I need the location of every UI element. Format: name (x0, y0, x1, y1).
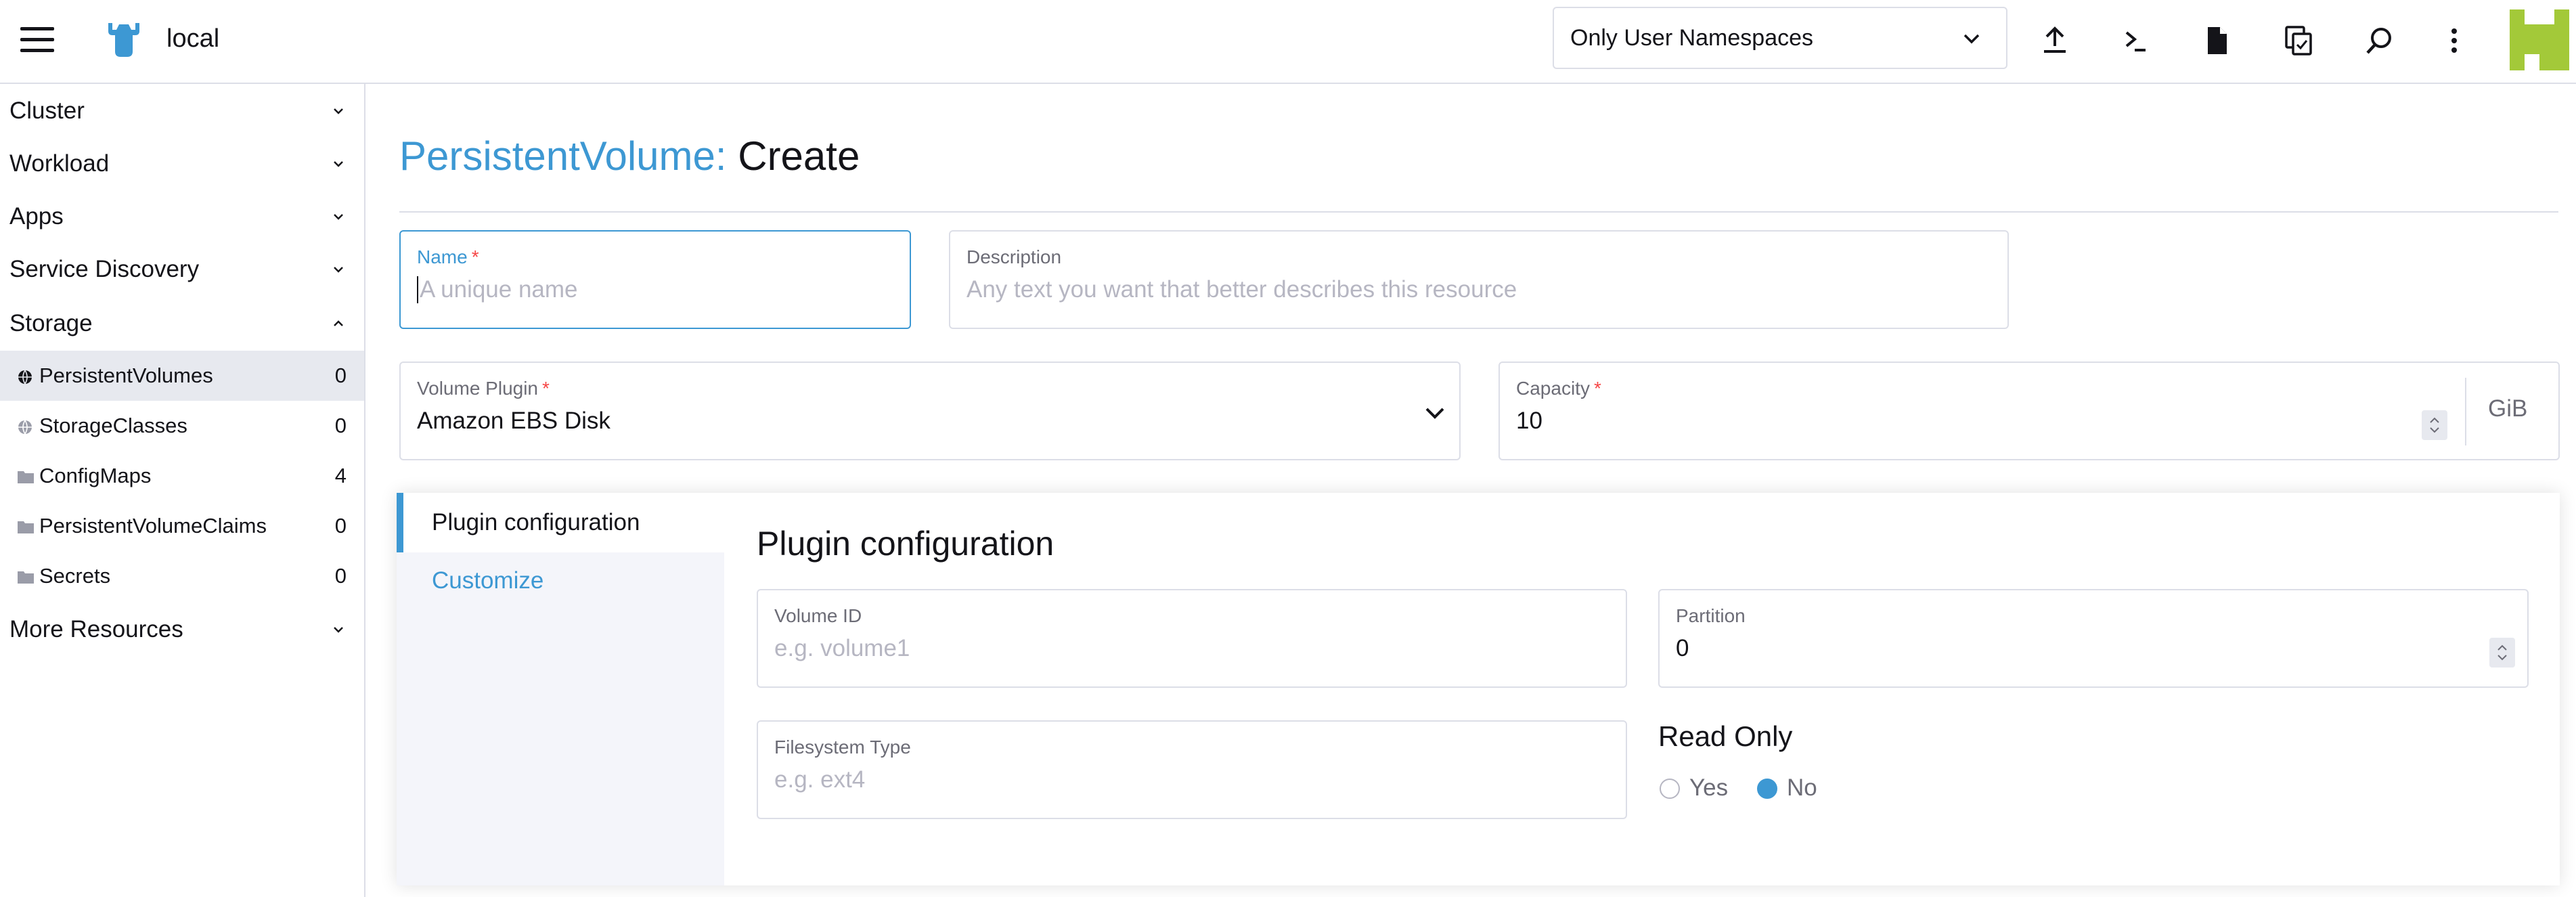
page-title-type: PersistentVolume: (399, 133, 727, 179)
chevron-down-icon (334, 161, 343, 167)
filesystem-type-placeholder: e.g. ext4 (774, 766, 866, 793)
partition-value: 0 (1676, 635, 1689, 661)
nav-group-more-resources[interactable]: More Resources (0, 605, 364, 654)
tab-list: Plugin configuration Customize (397, 493, 724, 885)
volume-plugin-label: Volume Plugin * (417, 378, 550, 399)
volume-id-placeholder: e.g. volume1 (774, 635, 910, 661)
plugin-tabbed-panel: Plugin configuration Customize Plugin co… (397, 493, 2560, 885)
name-field[interactable]: Name * A unique name (399, 230, 911, 329)
page-title-action: Create (738, 133, 860, 179)
capacity-value: 10 (1516, 408, 1542, 434)
nav-group-label: Apps (9, 203, 64, 229)
stepper-arrows-icon (2430, 417, 2439, 433)
search-icon[interactable] (2363, 24, 2396, 57)
description-field[interactable]: Description Any text you want that bette… (949, 230, 2009, 329)
nav-group-cluster[interactable]: Cluster (0, 87, 364, 135)
sidebar-item-label: StorageClasses (39, 414, 187, 437)
description-placeholder: Any text you want that better describes … (967, 276, 1517, 303)
nav-group-workload[interactable]: Workload (0, 139, 364, 188)
read-only-yes-option[interactable]: Yes (1658, 772, 1733, 802)
radio-unchecked-icon (1660, 779, 1680, 799)
partition-stepper[interactable] (2489, 638, 2515, 668)
menu-icon[interactable] (20, 27, 55, 54)
nav-group-label: Storage (9, 310, 93, 336)
tab-plugin-configuration[interactable]: Plugin configuration (397, 493, 724, 552)
nav-group-label: Service Discovery (9, 256, 200, 282)
chevron-down-icon (334, 108, 343, 114)
sidebar-item-label: PersistentVolumes (39, 364, 213, 387)
nav-group-storage[interactable]: Storage (0, 299, 364, 348)
nav-group-service-discovery[interactable]: Service Discovery (0, 245, 364, 294)
cluster-logo (108, 23, 139, 57)
filesystem-type-field[interactable]: Filesystem Type e.g. ext4 (757, 720, 1627, 819)
sidebar-item-configmaps[interactable]: ConfigMaps 4 (0, 451, 364, 501)
name-label: Name * (417, 246, 479, 267)
sidebar-item-storageclasses[interactable]: StorageClasses 0 (0, 401, 364, 451)
title-divider (399, 211, 2558, 213)
globe-icon (18, 370, 32, 385)
volume-plugin-value: Amazon EBS Disk (417, 408, 610, 434)
sidebar-item-label: Secrets (39, 564, 111, 588)
folder-icon (18, 571, 34, 584)
cluster-name[interactable]: local (166, 24, 219, 53)
partition-field[interactable]: Partition 0 (1658, 589, 2529, 688)
more-vertical-icon[interactable] (2438, 24, 2470, 57)
nav-group-label: More Resources (9, 616, 183, 642)
chevron-up-icon (334, 320, 343, 326)
sidebar-item-persistentvolumeclaims[interactable]: PersistentVolumeClaims 0 (0, 501, 364, 551)
chevron-down-icon (334, 267, 343, 273)
item-count: 0 (334, 564, 347, 588)
capacity-unit: GiB (2488, 395, 2528, 422)
namespace-filter-value: Only User Namespaces (1570, 25, 1814, 51)
stepper-arrows-icon (2497, 644, 2507, 661)
item-count: 0 (334, 514, 347, 538)
page-title: PersistentVolume: Create (399, 133, 860, 179)
sidebar-item-persistentvolumes[interactable]: PersistentVolumes 0 (0, 351, 364, 401)
upload-icon[interactable] (2039, 24, 2071, 57)
item-count: 0 (334, 414, 347, 437)
unit-divider (2465, 378, 2466, 445)
volume-id-field[interactable]: Volume ID e.g. volume1 (757, 589, 1627, 688)
folder-icon (18, 521, 34, 533)
file-icon[interactable] (2201, 24, 2234, 57)
name-placeholder: A unique name (420, 276, 578, 303)
copy-config-icon[interactable] (2282, 24, 2315, 57)
volume-plugin-select[interactable]: Volume Plugin * Amazon EBS Disk (399, 362, 1461, 460)
description-label: Description (967, 246, 1062, 267)
read-only-no-option[interactable]: No (1756, 772, 1830, 802)
top-header: local Only User Namespaces (0, 0, 2576, 84)
read-only-title: Read Only (1658, 720, 1793, 752)
namespace-filter-select[interactable]: Only User Namespaces (1553, 7, 2007, 69)
plugin-config-title: Plugin configuration (757, 525, 1054, 563)
text-caret (417, 276, 418, 303)
sidebar-item-label: PersistentVolumeClaims (39, 514, 267, 538)
capacity-field[interactable]: Capacity * 10 GiB (1498, 362, 2560, 460)
volume-id-label: Volume ID (774, 605, 862, 626)
filesystem-type-label: Filesystem Type (774, 737, 911, 758)
chevron-down-icon (1425, 408, 1444, 419)
chevron-down-icon (1963, 34, 1980, 44)
capacity-label: Capacity * (1516, 378, 1601, 399)
radio-label: Yes (1689, 774, 1729, 801)
nav-group-label: Cluster (9, 97, 85, 124)
radio-checked-icon (1757, 779, 1777, 799)
item-count: 0 (334, 364, 347, 387)
folder-icon (18, 471, 34, 483)
terminal-icon[interactable] (2120, 24, 2152, 57)
tab-customize[interactable]: Customize (397, 551, 724, 611)
nav-group-apps[interactable]: Apps (0, 192, 364, 241)
avatar[interactable] (2510, 9, 2569, 70)
sidebar: Cluster Workload Apps Service Discovery … (0, 84, 365, 897)
partition-label: Partition (1676, 605, 1746, 626)
chevron-down-icon (334, 627, 343, 633)
capacity-stepper[interactable] (2422, 410, 2447, 440)
chevron-down-icon (334, 214, 343, 220)
sidebar-item-label: ConfigMaps (39, 464, 152, 487)
sidebar-item-secrets[interactable]: Secrets 0 (0, 551, 364, 601)
globe-icon (18, 420, 32, 435)
nav-group-label: Workload (9, 150, 110, 177)
radio-label: No (1787, 774, 1817, 801)
item-count: 4 (334, 464, 347, 487)
